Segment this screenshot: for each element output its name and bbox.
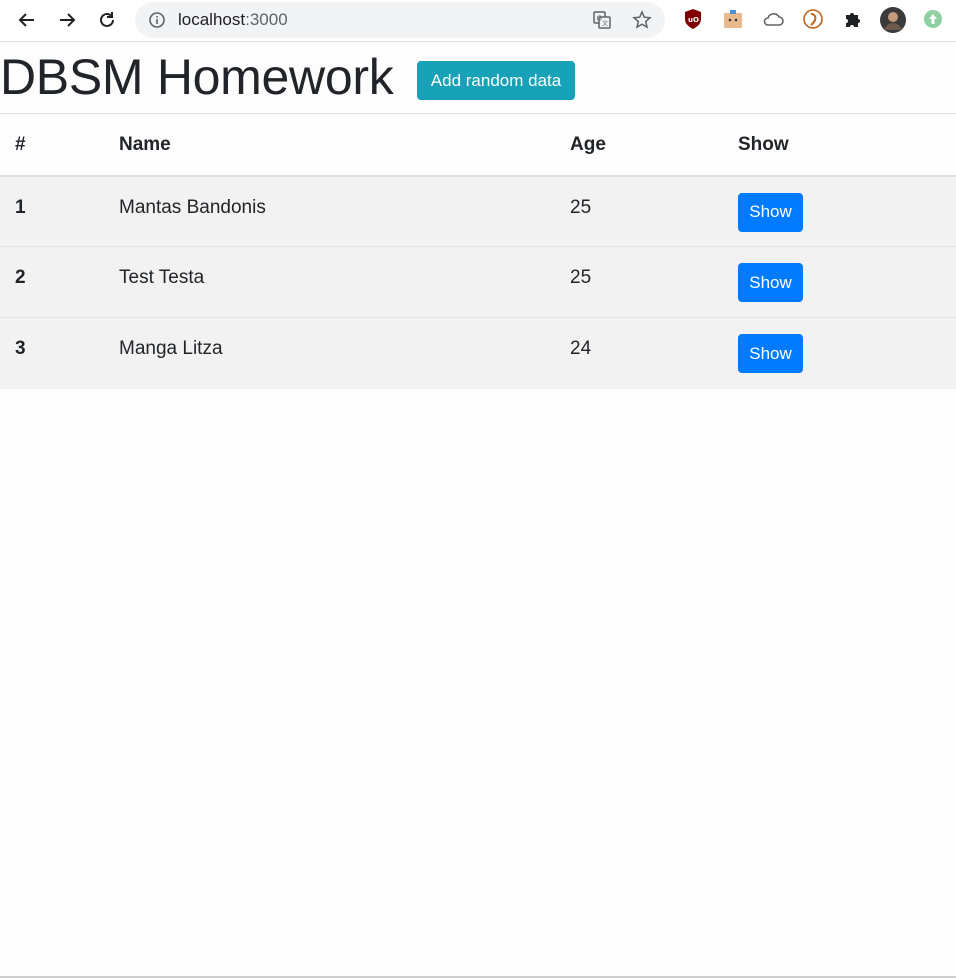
page-content: DBSM Homework Add random data # Name Age… bbox=[0, 43, 956, 976]
puzzle-icon[interactable] bbox=[842, 8, 864, 30]
url-text[interactable]: localhost:3000 bbox=[178, 11, 288, 29]
extension-box-icon[interactable] bbox=[722, 8, 744, 30]
info-icon[interactable] bbox=[148, 11, 166, 29]
people-table: # Name Age Show 1 Mantas Bandonis 25 Sho… bbox=[0, 113, 956, 389]
row-id: 1 bbox=[0, 175, 104, 247]
svg-text:uO: uO bbox=[688, 16, 699, 24]
address-bar[interactable]: localhost:3000 G文 bbox=[135, 2, 665, 38]
url-host: localhost bbox=[178, 10, 246, 29]
row-action-cell: Show bbox=[723, 175, 956, 247]
row-id: 3 bbox=[0, 317, 104, 389]
heading-row: DBSM Homework bbox=[0, 47, 394, 107]
row-name: Manga Litza bbox=[104, 317, 555, 389]
table-row: 1 Mantas Bandonis 25 Show bbox=[0, 175, 956, 247]
translate-icon[interactable]: G文 bbox=[592, 10, 612, 30]
table-row: 3 Manga Litza 24 Show bbox=[0, 317, 956, 389]
row-age: 25 bbox=[555, 175, 723, 247]
table-header-row: # Name Age Show bbox=[0, 113, 956, 177]
row-age: 25 bbox=[555, 246, 723, 318]
show-button[interactable]: Show bbox=[738, 263, 803, 302]
column-header-name: Name bbox=[104, 113, 555, 177]
extension-up-icon[interactable] bbox=[922, 8, 944, 30]
row-action-cell: Show bbox=[723, 246, 956, 318]
row-name: Test Testa bbox=[104, 246, 555, 318]
star-icon[interactable] bbox=[632, 10, 652, 30]
browser-toolbar: localhost:3000 G文 uO bbox=[0, 0, 956, 42]
forward-button[interactable] bbox=[53, 6, 81, 34]
reload-icon bbox=[100, 12, 114, 27]
row-id: 2 bbox=[0, 246, 104, 318]
show-button[interactable]: Show bbox=[738, 192, 803, 232]
reload-button[interactable] bbox=[93, 6, 121, 34]
arrow-left-icon bbox=[18, 13, 34, 27]
column-header-show: Show bbox=[723, 113, 956, 177]
row-action-cell: Show bbox=[723, 317, 956, 389]
row-name: Mantas Bandonis bbox=[104, 175, 555, 247]
cloud-icon[interactable] bbox=[762, 8, 784, 30]
url-port: :3000 bbox=[245, 10, 288, 29]
row-age: 24 bbox=[555, 317, 723, 389]
ublock-icon[interactable]: uO bbox=[682, 8, 704, 30]
extension-c-icon[interactable] bbox=[802, 8, 824, 30]
profile-avatar[interactable] bbox=[879, 6, 907, 34]
arrow-right-icon bbox=[60, 13, 76, 27]
column-header-number: # bbox=[0, 113, 104, 177]
column-header-age: Age bbox=[555, 113, 723, 177]
add-random-data-button[interactable]: Add random data bbox=[417, 61, 575, 100]
back-button[interactable] bbox=[13, 6, 41, 34]
table-row: 2 Test Testa 25 Show bbox=[0, 246, 956, 318]
svg-text:文: 文 bbox=[602, 20, 608, 28]
show-button[interactable]: Show bbox=[738, 334, 803, 373]
page-title: DBSM Homework bbox=[0, 49, 394, 105]
